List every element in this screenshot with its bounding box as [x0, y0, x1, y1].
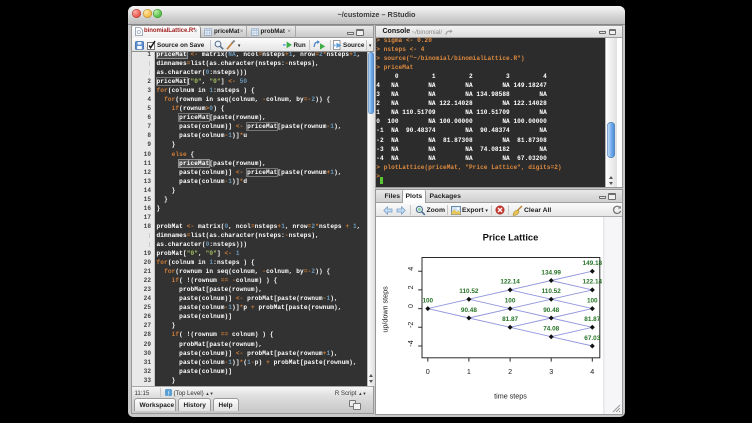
svg-text:3: 3: [549, 367, 553, 376]
svg-text:1: 1: [466, 367, 470, 376]
svg-text:-2: -2: [406, 322, 415, 328]
svg-text:100: 100: [504, 297, 515, 304]
svg-text:81.87: 81.87: [584, 316, 600, 323]
svg-text:time steps: time steps: [494, 392, 527, 401]
svg-text:100: 100: [422, 297, 433, 304]
svg-text:110.52: 110.52: [541, 288, 561, 295]
svg-text:up/down steps: up/down steps: [380, 286, 389, 333]
svg-text:4: 4: [406, 267, 415, 271]
svg-text:81.87: 81.87: [502, 316, 518, 323]
svg-text:74.08: 74.08: [543, 326, 559, 333]
svg-text:100: 100: [586, 297, 597, 304]
svg-text:110.52: 110.52: [459, 288, 479, 295]
svg-text:90.48: 90.48: [543, 307, 559, 314]
svg-text:122.14: 122.14: [582, 279, 602, 286]
svg-text:2: 2: [406, 285, 415, 289]
svg-text:149.18: 149.18: [582, 260, 602, 267]
svg-text:Price Lattice: Price Lattice: [482, 232, 538, 243]
svg-text:134.99: 134.99: [541, 269, 561, 276]
svg-text:122.14: 122.14: [500, 279, 520, 286]
svg-text:0: 0: [406, 304, 415, 308]
svg-text:67.03: 67.03: [584, 335, 600, 342]
svg-text:-4: -4: [406, 340, 415, 346]
svg-text:2: 2: [508, 367, 512, 376]
svg-text:90.48: 90.48: [460, 307, 476, 314]
svg-text:0: 0: [425, 367, 429, 376]
svg-text:4: 4: [590, 367, 594, 376]
